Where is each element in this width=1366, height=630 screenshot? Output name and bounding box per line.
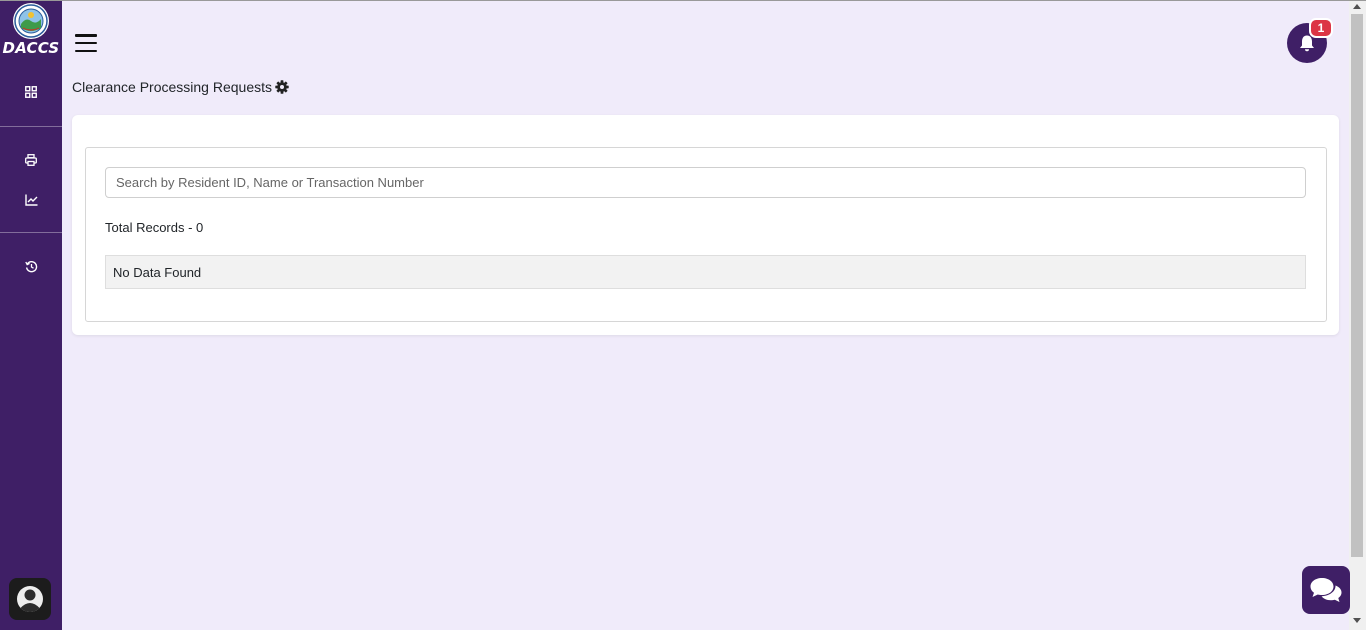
empty-state-row: No Data Found bbox=[105, 255, 1306, 289]
settings-gear-button[interactable] bbox=[275, 80, 289, 94]
dashboard-grid-icon bbox=[25, 86, 37, 98]
requests-card: Total Records - 0 No Data Found bbox=[72, 115, 1339, 335]
requests-panel: Total Records - 0 No Data Found bbox=[85, 147, 1327, 322]
page-title: Clearance Processing Requests bbox=[72, 79, 272, 95]
notification-count-badge: 1 bbox=[1309, 18, 1333, 38]
scroll-thumb[interactable] bbox=[1351, 14, 1363, 557]
chart-line-icon bbox=[24, 194, 37, 206]
search-input[interactable] bbox=[105, 167, 1306, 198]
scroll-up-arrow-icon[interactable] bbox=[1353, 4, 1361, 9]
user-avatar[interactable] bbox=[9, 578, 51, 620]
total-records-label: Total Records - 0 bbox=[105, 220, 204, 235]
chat-button[interactable] bbox=[1302, 566, 1350, 614]
sidebar-item-dashboard[interactable] bbox=[0, 80, 62, 104]
sidebar-divider bbox=[0, 232, 62, 233]
app-logo-text: DACCS bbox=[2, 39, 60, 57]
municipal-seal-icon bbox=[13, 3, 49, 39]
sidebar-item-print[interactable] bbox=[0, 148, 62, 172]
user-avatar-icon bbox=[17, 586, 43, 613]
printer-icon bbox=[25, 154, 37, 166]
hamburger-bar bbox=[75, 41, 97, 45]
chat-bubbles-icon bbox=[1310, 578, 1342, 602]
scroll-down-arrow-icon[interactable] bbox=[1353, 618, 1361, 623]
page-scrollbar[interactable] bbox=[1349, 0, 1366, 630]
app-logo[interactable]: DACCS bbox=[0, 0, 62, 62]
history-icon bbox=[24, 260, 37, 272]
sidebar-divider bbox=[0, 126, 62, 127]
hamburger-bar bbox=[75, 49, 97, 52]
sidebar-item-reports[interactable] bbox=[0, 188, 62, 212]
menu-toggle-button[interactable] bbox=[75, 32, 97, 54]
sidebar: DACCS bbox=[0, 0, 62, 630]
hamburger-bar bbox=[75, 34, 97, 37]
sidebar-item-history[interactable] bbox=[0, 254, 62, 278]
window-top-border bbox=[0, 0, 1366, 1]
gear-icon bbox=[275, 80, 289, 94]
